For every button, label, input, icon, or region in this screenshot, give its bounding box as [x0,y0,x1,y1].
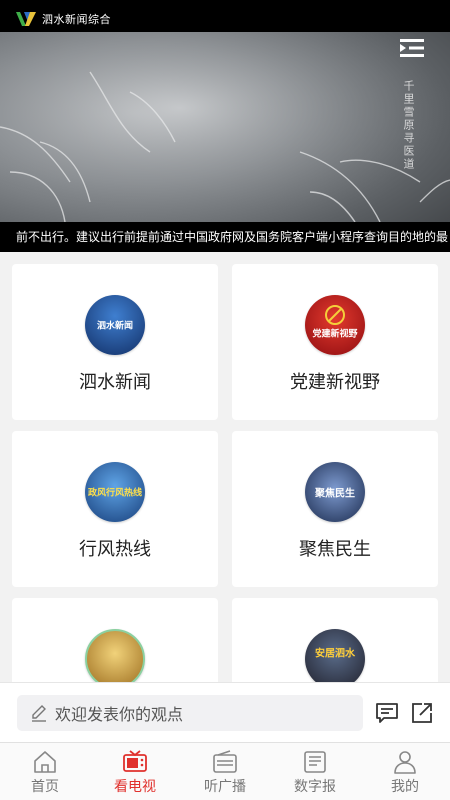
video-player[interactable]: 泗水新闻综合 千里雪原寻医道 前不出行。建议出行前提前通过中国政府网及国务院客户… [0,0,450,252]
logo-text: 党建新视野 [312,329,358,340]
nav-label: 首页 [31,779,59,795]
nav-label: 数字报 [294,779,336,795]
card-label: 党建新视野 [290,372,380,393]
program-card-sishui-news[interactable]: 泗水新闻 泗水新闻 [12,264,218,420]
program-card-hotline[interactable]: 政风行风热线 行风热线 [12,431,218,587]
home-icon [34,751,56,773]
video-vertical-caption: 千里雪原寻医道 [402,80,415,171]
nav-item-radio[interactable]: 听广播 [180,743,270,800]
sishui-news-logo: 泗水新闻 [85,295,145,355]
comment-input[interactable]: 欢迎发表你的观点 [17,695,363,731]
hotline-logo: 政风行风热线 [85,462,145,522]
party-building-logo: 党建新视野 [305,295,365,355]
nav-item-home[interactable]: 首页 [0,743,90,800]
channel-name: 泗水新闻综合 [42,13,111,26]
logo-text: 聚焦民生 [315,488,355,500]
logo-text: 泗水新闻 [96,321,133,332]
comment-icon[interactable] [375,701,399,725]
program-card-6[interactable]: 安居泗水 [232,598,438,682]
pencil-icon [29,703,49,723]
radio-icon [213,750,237,773]
nav-item-newspaper[interactable]: 数字报 [270,743,360,800]
playlist-icon[interactable] [400,38,424,58]
nav-label: 我的 [391,779,419,795]
nav-label: 听广播 [204,779,246,795]
nav-label: 看电视 [114,779,156,795]
bottom-nav: 首页 看电视 听广播 数字报 我的 [0,742,450,800]
logo-text: 安居泗水 [315,648,355,660]
program-6-logo: 安居泗水 [305,629,365,682]
comment-placeholder: 欢迎发表你的观点 [55,705,184,724]
program-grid: 泗水新闻 泗水新闻 党建新视野 党建新视野 政风行风热线 行风热线 聚焦民生 聚… [0,252,450,682]
video-ticker: 前不出行。建议出行前提前通过中国政府网及国务院客户端小程序查询目的地的最 [0,222,450,252]
card-label: 聚焦民生 [299,539,371,560]
share-icon[interactable] [410,701,434,725]
tv-icon [123,750,147,772]
logo-text: 政风行风热线 [87,488,142,499]
newspaper-icon [304,751,326,773]
channel-logo-mark [14,10,38,28]
program-card-5[interactable] [12,598,218,682]
program-5-logo [85,629,145,682]
card-label: 泗水新闻 [79,372,151,393]
nav-item-mine[interactable]: 我的 [360,743,450,800]
nav-item-tv[interactable]: 看电视 [90,743,180,800]
program-card-party-building[interactable]: 党建新视野 党建新视野 [232,264,438,420]
video-frame [0,32,450,222]
program-card-livelihood[interactable]: 聚焦民生 聚焦民生 [232,431,438,587]
channel-logo: 泗水新闻综合 [14,10,111,28]
livelihood-logo: 聚焦民生 [305,462,365,522]
card-label: 行风热线 [79,539,151,560]
comment-bar: 欢迎发表你的观点 [0,682,450,742]
user-icon [394,751,416,774]
